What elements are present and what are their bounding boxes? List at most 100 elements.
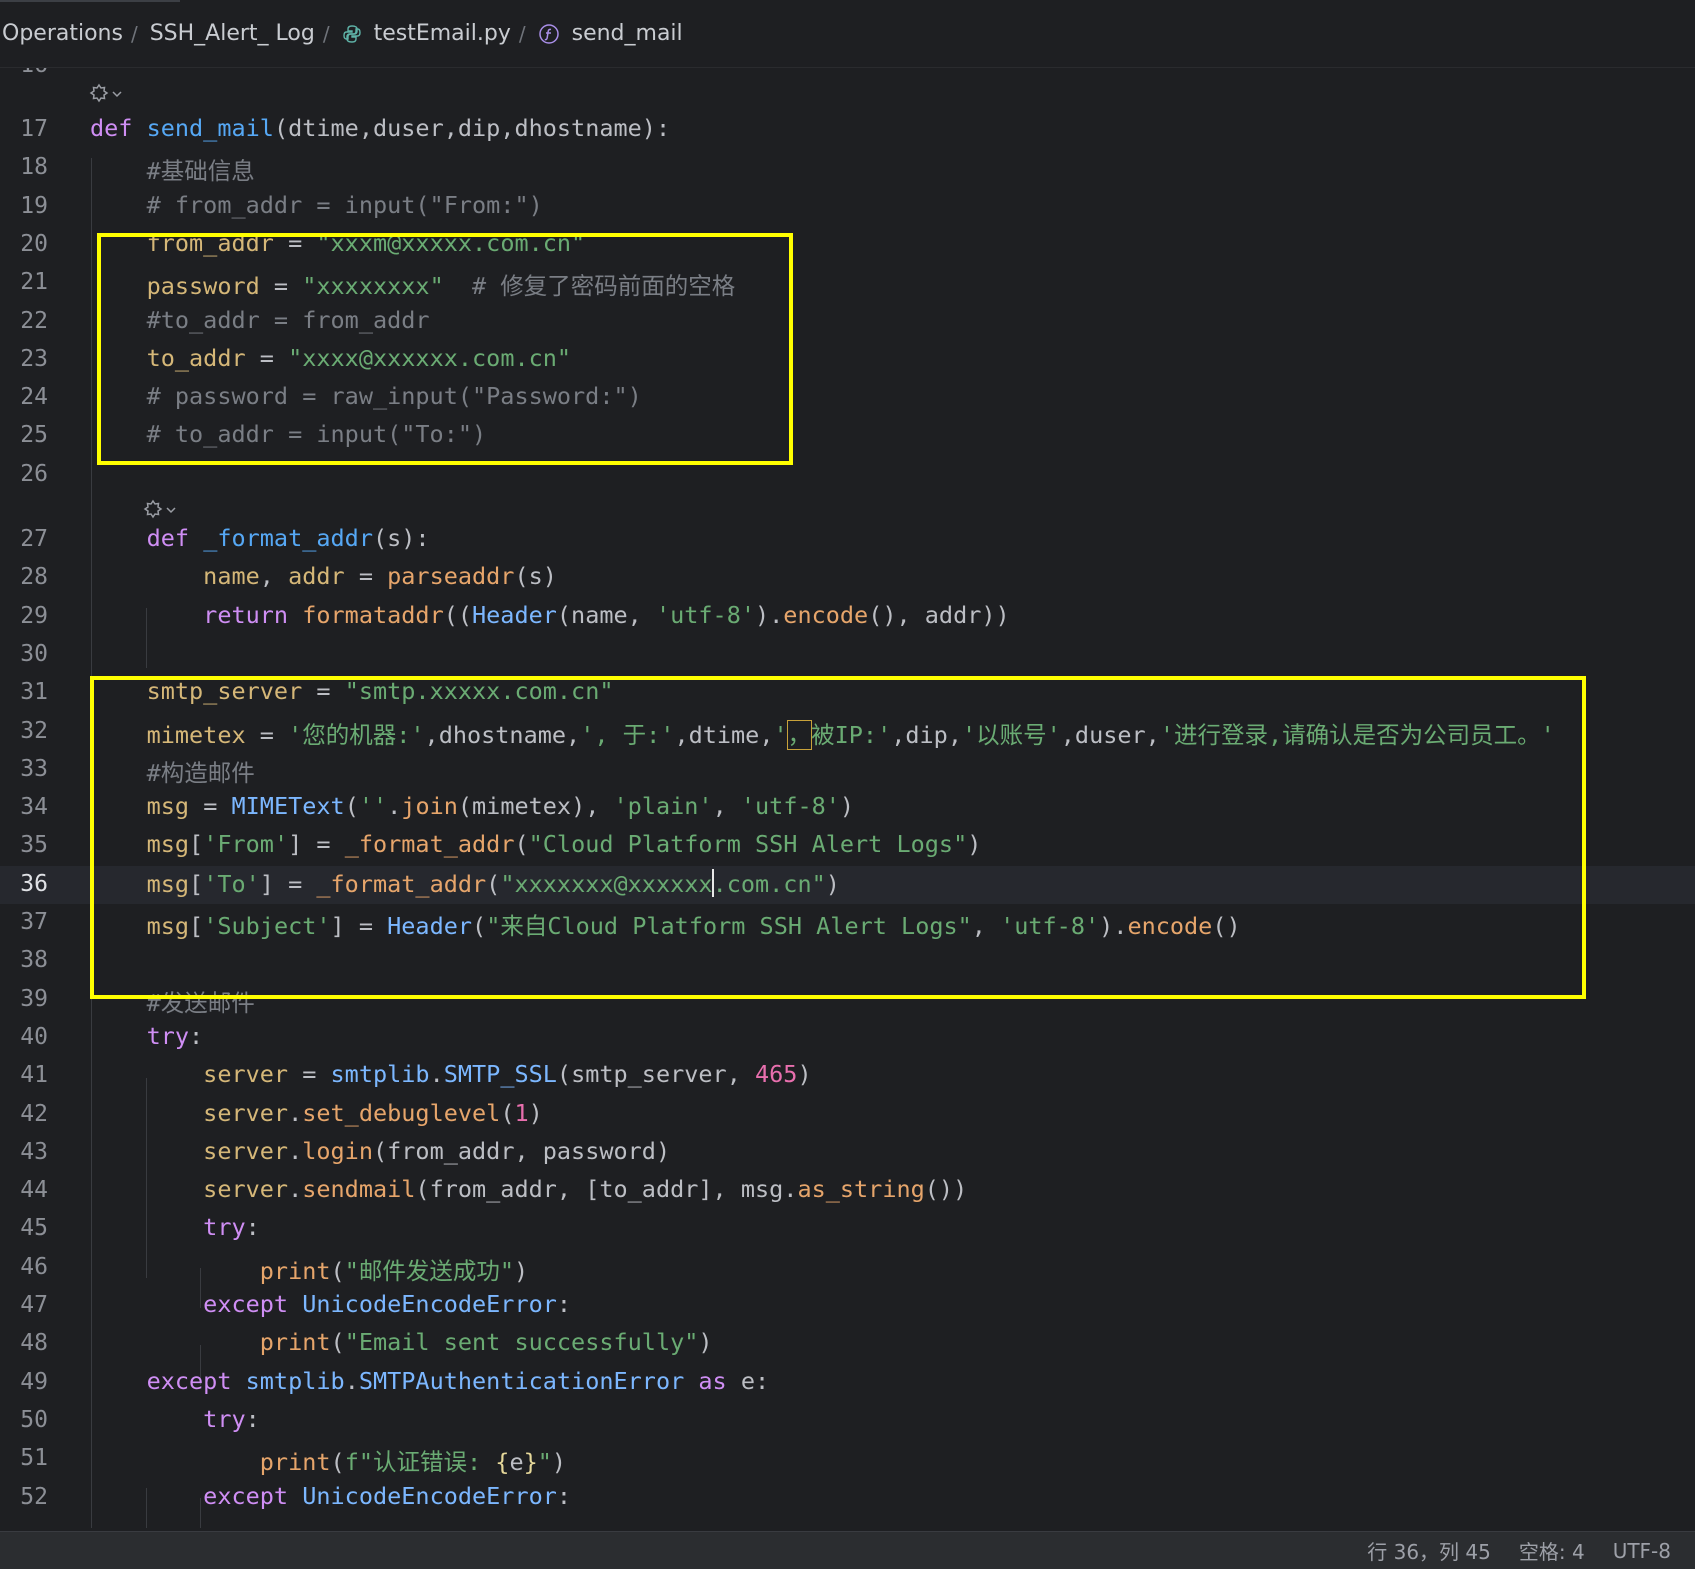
code-line[interactable]: server = smtplib.SMTP_SSL(smtp_server, 4… — [90, 1060, 811, 1089]
code-line[interactable]: msg = MIMEText(''.join(mimetex), 'plain'… — [90, 792, 855, 820]
code-token: server — [90, 1136, 289, 1165]
code-line[interactable]: print(f"认证错误: {e}") — [90, 1443, 566, 1477]
code-line[interactable]: except smtplib.SMTPAuthenticationError a… — [90, 1366, 770, 1395]
code-token: , — [259, 562, 289, 591]
code-vision-inlay[interactable] — [142, 498, 178, 524]
code-token: ] = — [288, 830, 345, 859]
code-token: name — [90, 562, 260, 591]
code-line[interactable]: name, addr = parseaddr(s) — [90, 562, 557, 590]
code-token: } — [523, 1448, 538, 1477]
code-token: Header — [472, 600, 557, 629]
code-token: # to_addr = input("To:") — [90, 420, 487, 449]
code-line[interactable]: #基础信息 — [90, 152, 255, 186]
code-token: = — [288, 1060, 331, 1089]
code-line[interactable]: except UnicodeEncodeError: — [90, 1290, 571, 1318]
code-line[interactable]: password = "xxxxxxxx" # 修复了密码前面的空格 — [90, 267, 736, 301]
line-number: 48 — [20, 1330, 48, 1357]
breadcrumb-item-function[interactable]: send_mail — [538, 21, 683, 46]
breadcrumb-separator: / — [130, 21, 138, 46]
code-token: "Cloud Platform SSH Alert Logs" — [528, 830, 968, 859]
code-token: . — [288, 1098, 303, 1127]
line-number: 46 — [20, 1253, 48, 1280]
code-token: ). — [755, 600, 784, 629]
breadcrumb-item-file[interactable]: testEmail.py — [342, 21, 511, 46]
ai-assistant-icon — [142, 498, 164, 524]
code-line[interactable]: try: — [90, 1213, 260, 1241]
code-line[interactable]: print("邮件发送成功") — [90, 1252, 528, 1286]
code-token: ) — [528, 1098, 543, 1127]
code-token: ( — [514, 830, 529, 859]
code-token: '进行登录,请确认是否为公司员工。' — [1159, 720, 1555, 749]
code-line[interactable]: def _format_addr(s): — [90, 524, 430, 552]
code-line[interactable]: msg['Subject'] = Header("来自Cloud Platfor… — [90, 907, 1241, 941]
code-line[interactable]: #to_addr = from_addr — [90, 306, 430, 334]
code-editor[interactable]: 16 17 def send_mail(dtime,duser,dip,dhost… — [0, 68, 1695, 1528]
code-line[interactable]: print("Email sent successfully") — [90, 1328, 713, 1356]
code-line[interactable]: try: — [90, 1022, 204, 1050]
code-line[interactable]: server.set_debuglevel(1) — [90, 1099, 543, 1127]
code-token: _format_addr — [316, 869, 487, 898]
code-token: ) — [825, 869, 840, 898]
indent-setting[interactable]: 空格: 4 — [1519, 1536, 1585, 1565]
code-line[interactable]: except UnicodeEncodeError: — [90, 1482, 571, 1510]
cursor-position[interactable]: 行 36，列 45 — [1367, 1536, 1491, 1565]
code-token: = — [245, 343, 289, 372]
code-token: ， — [786, 719, 813, 750]
line-number: 32 — [20, 717, 48, 744]
code-token: , — [971, 912, 1001, 940]
file-encoding[interactable]: UTF-8 — [1613, 1539, 1671, 1563]
code-token: ) — [513, 1256, 529, 1285]
breadcrumb-item-operations[interactable]: Operations — [2, 21, 123, 46]
code-vision-inlay[interactable] — [88, 82, 124, 108]
line-number: 39 — [20, 985, 48, 1012]
code-line[interactable]: #发送邮件 — [90, 984, 255, 1018]
code-line[interactable]: #构造邮件 — [90, 754, 255, 788]
breadcrumb-item-folder[interactable]: SSH_Alert_ Log — [150, 21, 315, 46]
code-token: except — [90, 1290, 303, 1318]
code-token: 'utf-8' — [1000, 912, 1100, 940]
code-token: . — [429, 1060, 444, 1089]
line-number: 42 — [20, 1100, 48, 1127]
code-line[interactable]: return formataddr((Header(name, 'utf-8')… — [90, 601, 1010, 629]
code-line[interactable]: from_addr = "xxxm@xxxxx.com.cn" — [90, 228, 586, 257]
code-token: ,duser, — [1060, 720, 1160, 749]
code-token: "smtp.xxxxx.com.cn" — [344, 677, 614, 706]
line-number: 22 — [20, 307, 48, 334]
line-number: 31 — [20, 679, 48, 706]
code-token: password — [90, 272, 260, 301]
code-token: ] = — [259, 869, 317, 898]
code-token: except — [90, 1481, 303, 1510]
code-line[interactable]: mimetex = '您的机器:',dhostname,', 于:',dtime… — [90, 716, 1555, 750]
line-number: 52 — [20, 1483, 48, 1510]
code-line[interactable]: # to_addr = input("To:") — [90, 420, 487, 449]
code-line[interactable]: to_addr = "xxxx@xxxxxx.com.cn" — [90, 344, 571, 372]
code-line[interactable]: # password = raw_input("Password:") — [90, 382, 642, 410]
code-token: = — [273, 228, 317, 257]
code-token: server — [90, 1060, 289, 1089]
code-line[interactable]: try: — [90, 1405, 260, 1433]
code-line[interactable]: server.login(from_addr, password) — [90, 1137, 670, 1165]
line-number: 25 — [20, 422, 48, 449]
code-line[interactable]: smtp_server = "smtp.xxxxx.com.cn" — [90, 677, 614, 705]
line-number: 21 — [20, 269, 48, 296]
code-line[interactable]: msg['To'] = _format_addr("xxxxxxx@xxxxxx… — [90, 868, 840, 898]
code-token: 'To' — [203, 869, 260, 898]
code-token: . — [288, 1136, 303, 1165]
code-token: try — [90, 1404, 246, 1433]
code-token: ( — [330, 1328, 345, 1357]
line-number: 49 — [20, 1368, 48, 1395]
line-number: 23 — [20, 345, 48, 372]
code-token: 'Subject' — [203, 912, 331, 940]
code-line[interactable]: server.sendmail(from_addr, [to_addr], ms… — [90, 1175, 967, 1203]
code-line[interactable]: def send_mail(dtime,duser,dip,dhostname)… — [90, 114, 670, 142]
code-token: try — [90, 1213, 246, 1242]
code-token: = — [344, 562, 388, 591]
code-line[interactable]: msg['From'] = _format_addr("Cloud Platfo… — [90, 830, 982, 859]
code-token: _format_addr — [344, 830, 515, 859]
code-token: ( — [500, 1098, 515, 1127]
line-number-partial: 16 — [0, 68, 48, 78]
code-token: ' — [773, 720, 788, 749]
code-line[interactable]: # from_addr = input("From:") — [90, 191, 543, 219]
code-token: : — [245, 1213, 260, 1242]
code-token: . — [344, 1366, 359, 1395]
